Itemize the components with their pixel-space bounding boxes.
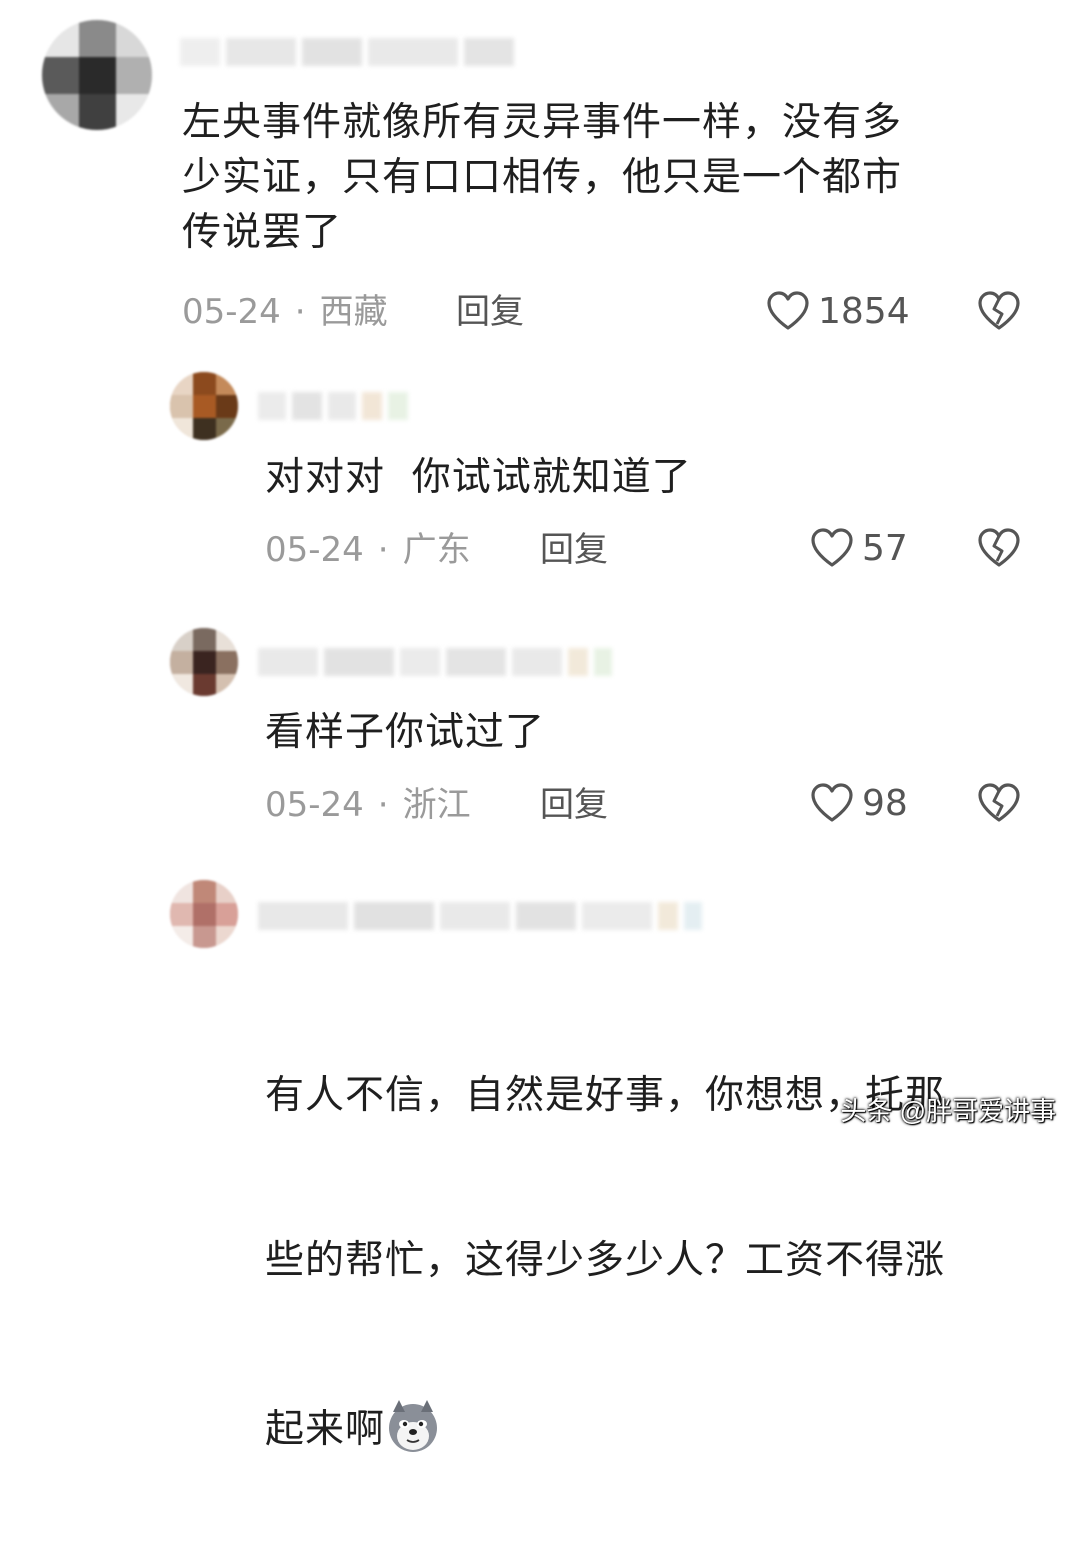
comment-text-line: 些的帮忙，这得少多少人？工资不得涨 xyxy=(265,1238,946,1283)
comment-meta: 05-24 · 西藏 xyxy=(182,292,388,332)
avatar[interactable] xyxy=(170,372,238,440)
like-count: 57 xyxy=(862,527,908,569)
comment-text-end: 起来啊 xyxy=(265,1407,386,1452)
comment-date: 05-24 xyxy=(182,292,281,332)
heart-icon xyxy=(811,783,853,822)
dislike-icon[interactable] xyxy=(976,288,1022,334)
comment-date: 05-24 xyxy=(265,530,364,570)
dog-emoji-icon xyxy=(389,1400,438,1452)
comment-text: 左央事件就像所有灵异事件一样，没有多 少实证，只有口口相传，他只是一个都市 传说… xyxy=(182,100,903,255)
comment-location: 西藏 xyxy=(319,292,388,332)
comment-location: 浙江 xyxy=(402,785,471,825)
comment-text-line: 起来啊 xyxy=(265,1398,945,1457)
avatar[interactable] xyxy=(170,628,238,696)
username-blurred[interactable] xyxy=(258,392,408,420)
like-button[interactable]: 1854 xyxy=(766,288,910,334)
username-blurred[interactable] xyxy=(258,648,612,676)
username-blurred[interactable] xyxy=(258,902,702,930)
like-button[interactable]: 57 xyxy=(810,525,908,571)
comment-text: 有人不信，自然是好事，你想想，托那 些的帮忙，这得少多少人？工资不得涨 起来啊 xyxy=(265,958,945,1567)
comment-meta: 05-24 · 浙江 xyxy=(265,785,471,825)
avatar[interactable] xyxy=(170,880,238,948)
comment-meta: 05-24 · 广东 xyxy=(265,530,471,570)
comment-text: 对对对 你试试就知道了 xyxy=(265,455,692,500)
meta-separator: · xyxy=(294,292,306,332)
meta-separator: · xyxy=(377,530,389,570)
dislike-icon[interactable] xyxy=(976,525,1022,571)
avatar[interactable] xyxy=(42,20,152,130)
reply-button[interactable]: 回复 xyxy=(540,530,608,570)
heart-icon xyxy=(767,291,809,330)
like-button[interactable]: 98 xyxy=(810,780,908,826)
comment-date: 05-24 xyxy=(265,785,364,825)
reply-button[interactable]: 回复 xyxy=(456,292,524,332)
like-count: 98 xyxy=(862,782,908,824)
meta-separator: · xyxy=(377,785,389,825)
comment-text: 看样子你试过了 xyxy=(265,710,546,755)
heart-icon xyxy=(811,528,853,567)
username-blurred[interactable] xyxy=(180,38,514,66)
dislike-icon[interactable] xyxy=(976,780,1022,826)
comment-location: 广东 xyxy=(402,530,471,570)
like-count: 1854 xyxy=(818,290,910,332)
watermark: 头条 @胖哥爱讲事 xyxy=(840,1096,1056,1126)
reply-button[interactable]: 回复 xyxy=(540,785,608,825)
